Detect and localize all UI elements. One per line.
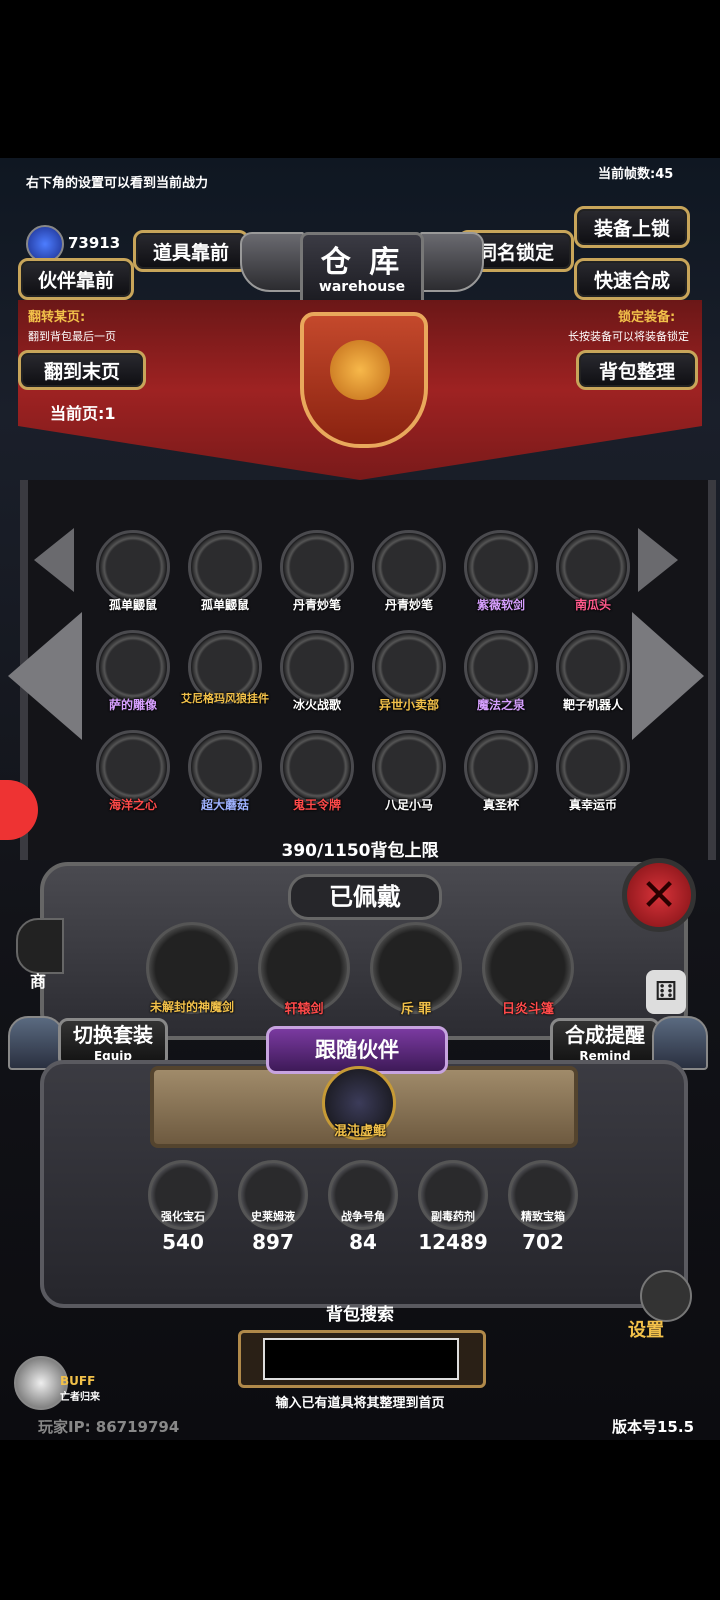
- item-slot[interactable]: [464, 730, 538, 804]
- shop-icon[interactable]: [16, 918, 64, 974]
- player-ip: 玩家IP: 86719794: [38, 1418, 180, 1436]
- item-slot[interactable]: [280, 630, 354, 704]
- item-label: 南瓜头: [574, 598, 611, 612]
- resource-count: 897: [252, 1230, 294, 1254]
- item-slot[interactable]: [464, 530, 538, 604]
- quick-merge-button[interactable]: 快速合成: [574, 258, 690, 300]
- item-slot[interactable]: [556, 730, 630, 804]
- current-page: 当前页:1: [50, 404, 116, 423]
- tip-text: 右下角的设置可以看到当前战力: [26, 176, 209, 191]
- next-page-arrow-icon[interactable]: [632, 612, 704, 740]
- equipped-label: 斥 罪: [400, 1002, 432, 1017]
- resource-label: 强化宝石: [161, 1210, 205, 1223]
- last-page-button[interactable]: 翻到末页: [18, 350, 146, 390]
- item-slot[interactable]: [280, 730, 354, 804]
- item-slot[interactable]: [372, 530, 446, 604]
- item-label: 冰火战歌: [292, 698, 341, 712]
- left-helmet-icon: [240, 232, 304, 292]
- item-label: 丹青妙笔: [292, 598, 341, 612]
- lock-equip-desc: 长按装备可以将装备锁定: [568, 330, 689, 343]
- companion-front-button[interactable]: 伙伴靠前: [18, 258, 134, 300]
- equipped-title: 已佩戴: [288, 874, 442, 920]
- item-slot[interactable]: [372, 730, 446, 804]
- switch-set-label: 切换套装: [73, 1023, 153, 1047]
- buff-label: BUFF: [60, 1374, 96, 1388]
- item-label: 孤单鼹鼠: [200, 598, 249, 612]
- warehouse-title-plate: 仓 库 warehouse: [300, 232, 424, 308]
- item-slot[interactable]: [464, 630, 538, 704]
- lock-equip-label: 锁定装备:: [618, 310, 676, 325]
- resource-label: 副毒药剂: [431, 1210, 475, 1223]
- resource-label: 精致宝箱: [521, 1210, 565, 1223]
- item-slot[interactable]: [372, 630, 446, 704]
- buff-sub: 亡者归来: [60, 1392, 100, 1403]
- small-next-arrow-icon[interactable]: [638, 528, 678, 592]
- resource-count: 702: [522, 1230, 564, 1254]
- flip-page-label: 翻转某页:: [28, 310, 86, 325]
- lion-head-icon: [330, 340, 390, 400]
- search-input[interactable]: [263, 1338, 459, 1380]
- small-prev-arrow-icon[interactable]: [34, 528, 74, 592]
- gem-count: 73913: [68, 234, 121, 252]
- item-slot[interactable]: [280, 530, 354, 604]
- bag-capacity: 390/1150背包上限: [281, 841, 439, 861]
- item-label: 八足小马: [384, 798, 433, 812]
- item-slot[interactable]: [556, 630, 630, 704]
- resource-count: 12489: [418, 1230, 488, 1254]
- equipped-label: 轩辕剑: [284, 1002, 324, 1017]
- item-label: 真幸运币: [568, 798, 617, 812]
- resource-label: 史莱姆液: [251, 1210, 295, 1223]
- warehouse-title: 仓 库: [320, 245, 404, 280]
- companion-name: 混沌虚鲲: [333, 1124, 386, 1139]
- resource-label: 战争号角: [341, 1210, 385, 1223]
- warehouse-subtitle: warehouse: [318, 279, 406, 295]
- item-label: 萨的雕像: [108, 698, 157, 712]
- item-slot[interactable]: [556, 530, 630, 604]
- item-label: 异世小卖部: [378, 698, 439, 712]
- equipped-label: 未解封的神魔剑: [149, 1000, 234, 1014]
- flip-page-desc: 翻到背包最后一页: [28, 330, 116, 343]
- equip-lock-button[interactable]: 装备上锁: [574, 206, 690, 248]
- prev-page-arrow-icon[interactable]: [8, 612, 82, 740]
- equipped-label: 日炎斗篷: [501, 1002, 554, 1017]
- item-label: 艾尼格玛风狼挂件: [181, 692, 269, 705]
- shop-label[interactable]: 商: [30, 968, 46, 992]
- item-label: 海洋之心: [108, 798, 157, 812]
- item-slot[interactable]: [188, 530, 262, 604]
- item-label: 孤单鼹鼠: [108, 598, 157, 612]
- item-slot[interactable]: [96, 530, 170, 604]
- items-front-button[interactable]: 道具靠前: [133, 230, 249, 272]
- dice-icon[interactable]: ⚅: [646, 970, 686, 1014]
- version-label: 版本号15.5: [612, 1418, 695, 1436]
- resource-count: 84: [349, 1230, 377, 1254]
- item-slot[interactable]: [188, 730, 262, 804]
- item-label: 靶子机器人: [562, 698, 623, 712]
- right-helmet-icon: [420, 232, 484, 292]
- fps-counter: 当前帧数:45: [598, 167, 674, 182]
- bag-sort-button[interactable]: 背包整理: [576, 350, 698, 390]
- item-label: 鬼王令牌: [292, 798, 341, 812]
- item-label: 紫薇软剑: [476, 598, 525, 612]
- item-label: 魔法之泉: [476, 698, 525, 712]
- item-label: 真圣杯: [482, 798, 519, 812]
- resource-count: 540: [162, 1230, 204, 1254]
- search-hint: 输入已有道具将其整理到首页: [275, 1396, 445, 1411]
- close-x-icon[interactable]: ✕: [622, 858, 696, 932]
- item-label: 超大蘑菇: [200, 798, 249, 812]
- item-label: 丹青妙笔: [384, 598, 433, 612]
- search-title: 背包搜索: [326, 1305, 394, 1325]
- merge-remind-label: 合成提醒: [565, 1023, 645, 1047]
- item-slot[interactable]: [96, 730, 170, 804]
- item-slot[interactable]: [96, 630, 170, 704]
